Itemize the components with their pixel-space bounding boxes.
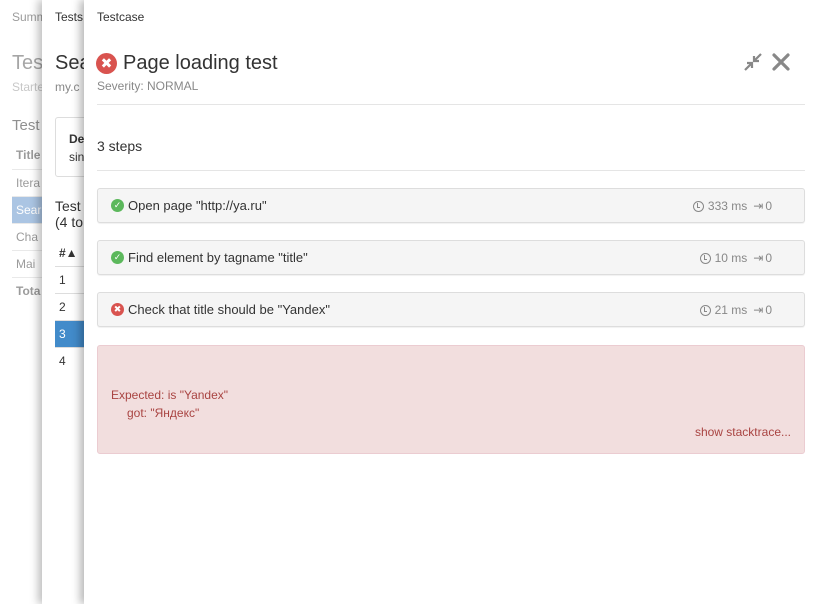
clock-icon bbox=[699, 252, 711, 264]
steps-title: 3 steps bbox=[97, 138, 143, 154]
suite-tests-count: (4 to bbox=[55, 214, 84, 230]
close-icon[interactable] bbox=[772, 52, 790, 72]
step-row[interactable]: ✓ Open page "http://ya.ru" 333 ms ⇥ 0 bbox=[97, 188, 805, 223]
error-expected: Expected: is "Yandex" bbox=[111, 388, 229, 402]
passed-icon: ✓ bbox=[111, 251, 124, 264]
divider bbox=[97, 170, 805, 171]
step-attachments: 0 bbox=[765, 199, 772, 213]
attachment-icon: ⇥ bbox=[753, 251, 764, 265]
step-meta: 10 ms ⇥ 0 bbox=[699, 251, 772, 265]
suite-tests-label: Test bbox=[55, 198, 81, 214]
divider bbox=[97, 104, 805, 105]
step-time: 10 ms bbox=[714, 251, 748, 265]
failed-icon: ✖ bbox=[111, 303, 124, 316]
step-meta: 21 ms ⇥ 0 bbox=[699, 303, 772, 317]
clock-icon bbox=[699, 304, 711, 316]
step-row[interactable]: ✖ Check that title should be "Yandex" 21… bbox=[97, 292, 805, 327]
suite-column-hash[interactable]: #▲ bbox=[59, 246, 78, 260]
passed-icon: ✓ bbox=[111, 199, 124, 212]
step-name: Find element by tagname "title" bbox=[128, 250, 308, 265]
step-attachments: 0 bbox=[765, 251, 772, 265]
attachment-icon: ⇥ bbox=[753, 303, 764, 317]
testcase-actions bbox=[744, 52, 790, 72]
suite-nav-label[interactable]: Tests bbox=[55, 10, 83, 24]
step-row[interactable]: ✓ Find element by tagname "title" 10 ms … bbox=[97, 240, 805, 275]
fail-icon: ✖ bbox=[96, 53, 117, 74]
testcase-severity: Severity: NORMAL bbox=[97, 79, 199, 93]
step-name: Open page "http://ya.ru" bbox=[128, 198, 267, 213]
error-actual: got: "Яндекс" bbox=[127, 406, 200, 420]
step-name: Check that title should be "Yandex" bbox=[128, 302, 330, 317]
step-attachments: 0 bbox=[765, 303, 772, 317]
compress-icon[interactable] bbox=[744, 52, 762, 72]
suite-tests-heading: Test (4 to bbox=[55, 198, 83, 230]
error-message-box: Expected: is "Yandex" got: "Яндекс" show… bbox=[97, 345, 805, 454]
step-meta: 333 ms ⇥ 0 bbox=[692, 199, 772, 213]
attachment-icon: ⇥ bbox=[753, 199, 764, 213]
report-stage: Summ Tes Starte Test Title Itera Sear Ch… bbox=[0, 0, 816, 604]
step-time: 21 ms bbox=[714, 303, 748, 317]
testcase-title: Page loading test bbox=[123, 52, 278, 74]
show-stacktrace-link[interactable]: show stacktrace... bbox=[695, 425, 791, 439]
suite-subtitle: my.c bbox=[55, 80, 80, 94]
step-time: 333 ms bbox=[707, 199, 748, 213]
testcase-nav-label[interactable]: Testcase bbox=[97, 10, 144, 24]
clock-icon bbox=[692, 200, 704, 212]
testcase-header: ✖ Page loading test bbox=[96, 52, 278, 75]
testcase-panel: Testcase ✖ Page loading test Severity: N… bbox=[84, 0, 816, 604]
